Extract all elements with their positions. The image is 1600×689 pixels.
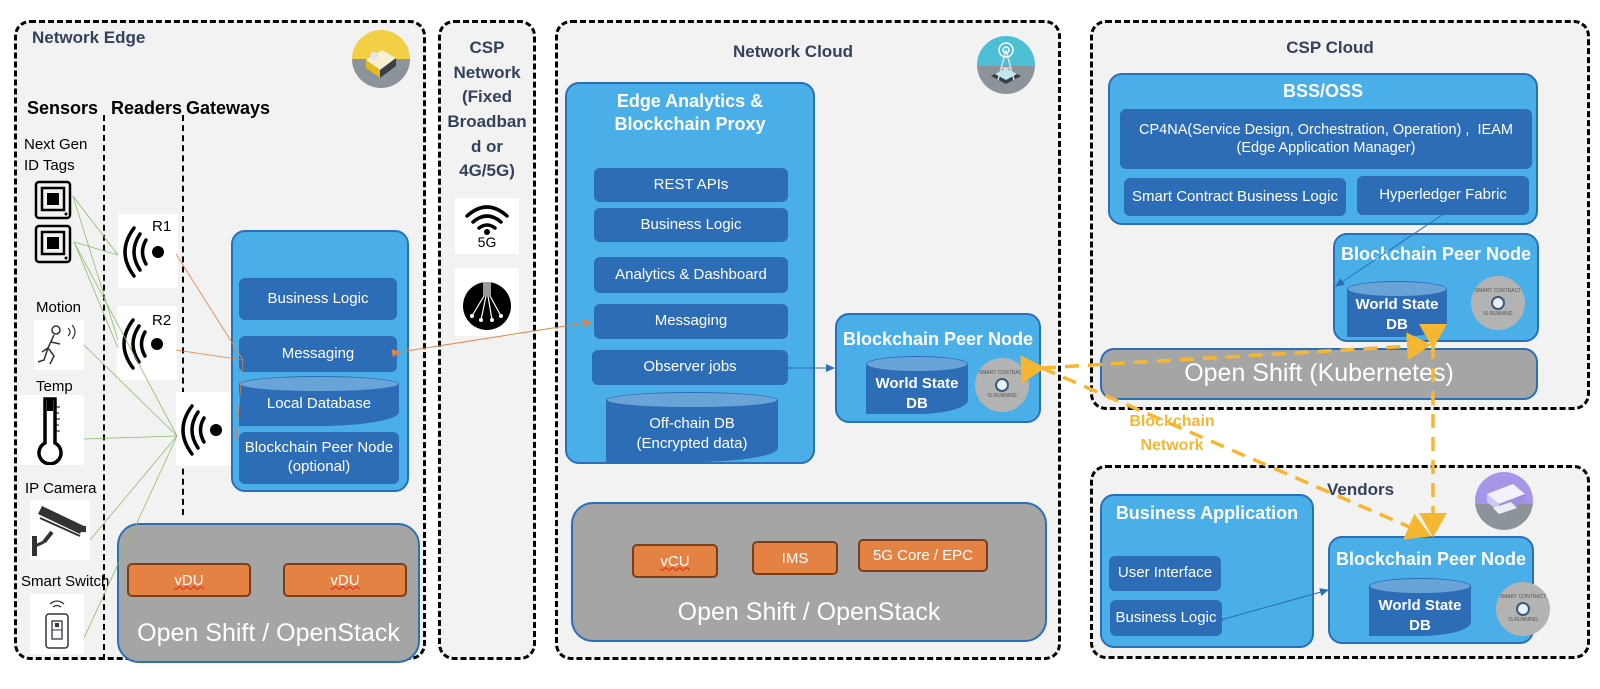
column-header-gateways: Gateways <box>186 98 271 118</box>
column-header-readers: Readers <box>111 98 183 118</box>
gateway-business-logic: Business Logic <box>239 278 397 320</box>
cloud-vcu: vCU <box>632 544 718 578</box>
gateway-messaging: Messaging <box>239 336 397 372</box>
5g-wireless-icon: 5G <box>455 198 519 254</box>
csp-network-title: CSP Network (Fixed Broadban d or 4G/5G) <box>447 38 527 181</box>
proxy-rest-apis: REST APIs <box>594 168 788 202</box>
smart-switch-icon <box>30 594 84 654</box>
smart-contract-running-badge: SMART CONTRACT IS RUNNING <box>1471 276 1525 330</box>
gateway-local-database: Local Database <box>239 376 399 426</box>
edge-vdu-1: vDU <box>127 563 251 597</box>
reader-r2-label: R2 <box>152 312 172 329</box>
vendor-user-interface: User Interface <box>1109 556 1221 591</box>
proxy-analytics-dashboard: Analytics & Dashboard <box>594 257 788 293</box>
rfid-tag-icon <box>34 180 74 220</box>
vendor-world-state-db: World State DB <box>1369 578 1471 636</box>
fiber-optic-icon <box>455 268 519 336</box>
cell-tower-icon <box>977 36 1035 94</box>
proxy-business-logic: Business Logic <box>594 208 788 242</box>
business-application-title: Business Application <box>1115 503 1299 523</box>
sensor-label-ip-camera: IP Camera <box>25 480 97 497</box>
reader-r1-label: R1 <box>152 218 172 235</box>
proxy-messaging: Messaging <box>594 304 788 339</box>
ip-camera-icon <box>30 500 90 560</box>
sensor-label-motion: Motion <box>36 299 82 316</box>
motion-sensor-icon <box>34 320 84 370</box>
edge-analytics-proxy-title: Edge Analytics & Blockchain Proxy <box>614 91 766 135</box>
vendor-peer-node-title: Blockchain Peer Node <box>1335 549 1527 569</box>
csp-cloud-peer-node-title: Blockchain Peer Node <box>1340 244 1532 264</box>
sensor-label-temp: Temp <box>36 378 73 395</box>
hyperledger-fabric: Hyperledger Fabric <box>1357 176 1529 215</box>
smart-contract-running-badge: SMART CONTRACT IS RUNNING <box>1496 582 1550 636</box>
proxy-observer-jobs: Observer jobs <box>592 350 788 385</box>
csp-openshift-kubernetes: Open Shift (Kubernetes) <box>1100 348 1538 400</box>
csp-cloud-title: CSP Cloud <box>1286 38 1374 57</box>
edge-vdu-2: vDU <box>283 563 407 597</box>
network-edge-title: Network Edge <box>32 28 146 47</box>
vendors-title: Vendors <box>1327 480 1395 499</box>
smart-contract-business-logic: Smart Contract Business Logic <box>1124 178 1346 216</box>
network-cloud-peer-node-title: Blockchain Peer Node <box>842 329 1034 349</box>
5g-label: 5G <box>477 234 497 250</box>
blockchain-network-label: Blockchain Network <box>1129 413 1215 454</box>
sensor-label-id-tags: Next Gen ID Tags <box>24 136 88 174</box>
cloud-ims: IMS <box>752 541 838 575</box>
off-chain-db: Off-chain DB (Encrypted data) <box>606 392 778 462</box>
bss-oss-title: BSS/OSS <box>1282 81 1364 101</box>
sensor-label-smart-switch: Smart Switch <box>21 573 110 590</box>
edge-building-icon <box>352 30 410 88</box>
thermometer-icon <box>18 395 84 466</box>
column-header-sensors: Sensors <box>27 98 99 118</box>
csp-cloud-world-state-db: World State DB <box>1347 281 1447 337</box>
vendor-business-logic: Business Logic <box>1110 600 1222 636</box>
gateway-blockchain-peer-node: Blockchain Peer Node (optional) <box>239 432 399 484</box>
cloud-5g-core-epc: 5G Core / EPC <box>858 539 988 572</box>
smart-contract-running-badge: SMART CONTRACT IS RUNNING <box>975 358 1029 412</box>
gateway-wireless-icon <box>176 392 236 466</box>
smart-contract-icon <box>1491 296 1505 310</box>
smart-contract-icon <box>1516 602 1530 616</box>
vendor-warehouse-icon <box>1475 472 1533 530</box>
rfid-tag-icon <box>34 224 74 264</box>
smart-contract-icon <box>995 378 1009 392</box>
cp4na-ieam: CP4NA(Service Design, Orchestration, Ope… <box>1120 109 1532 169</box>
network-cloud-world-state-db: World State DB <box>866 356 968 414</box>
network-cloud-title: Network Cloud <box>733 42 853 61</box>
